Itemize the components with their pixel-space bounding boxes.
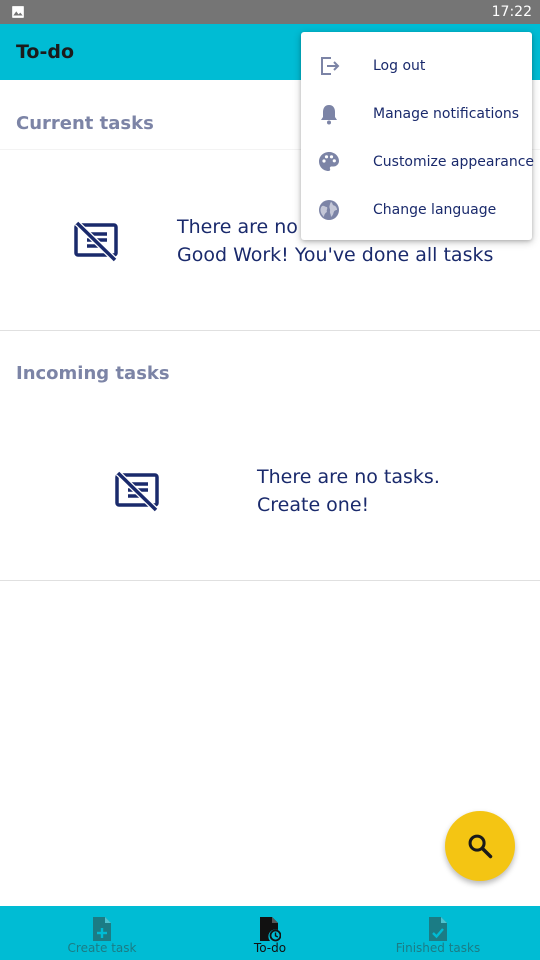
nav-todo-label: To-do	[253, 941, 287, 955]
incoming-tasks-empty-line2: Create one!	[257, 494, 370, 516]
search-icon	[468, 834, 493, 859]
status-bar: 17:22	[0, 0, 540, 24]
incoming-tasks-empty-message: There are no tasks. Create one!	[257, 463, 440, 519]
bottom-navigation: Create task To-do Finished tasks	[0, 906, 540, 960]
menu-item-change-language[interactable]: Change language	[301, 185, 532, 233]
logout-icon	[321, 57, 340, 75]
note-add-icon	[93, 917, 111, 941]
nav-create-task-label: Create task	[67, 941, 137, 955]
menu-label-log-out: Log out	[373, 58, 426, 74]
overflow-menu: Log out Manage notifications Customize a…	[301, 32, 534, 240]
current-tasks-divider	[0, 330, 540, 331]
incoming-tasks-divider	[0, 580, 540, 581]
search-fab[interactable]	[445, 811, 515, 881]
menu-label-manage-notifications: Manage notifications	[373, 106, 520, 122]
menu-item-manage-notifications[interactable]: Manage notifications	[301, 89, 532, 137]
bell-icon	[321, 105, 337, 125]
status-time: 17:22	[491, 4, 532, 20]
current-tasks-empty-line2: Good Work! You've done all tasks	[177, 244, 494, 266]
nav-create-task[interactable]: Create task	[12, 906, 192, 960]
nav-finished-tasks[interactable]: Finished tasks	[348, 906, 528, 960]
no-tasks-icon	[74, 220, 118, 262]
note-check-icon	[429, 917, 447, 941]
app-bar-title: To-do	[16, 41, 75, 63]
menu-item-customize-appearance[interactable]: Customize appearance	[301, 137, 534, 185]
nav-todo[interactable]: To-do	[180, 906, 360, 960]
menu-label-customize-appearance: Customize appearance	[373, 154, 534, 170]
note-clock-icon	[260, 917, 281, 942]
current-tasks-title: Current tasks	[16, 113, 154, 134]
incoming-tasks-empty-line1: There are no tasks.	[257, 466, 440, 488]
no-tasks-icon	[115, 470, 159, 512]
globe-icon	[319, 200, 339, 220]
palette-icon	[319, 152, 339, 171]
nav-finished-tasks-label: Finished tasks	[395, 941, 481, 955]
incoming-tasks-title: Incoming tasks	[16, 363, 170, 384]
image-icon	[12, 6, 24, 18]
menu-item-log-out[interactable]: Log out	[301, 41, 532, 89]
menu-label-change-language: Change language	[373, 202, 497, 218]
screen: 17:22 To-do Current tasks There are no t…	[0, 0, 540, 960]
